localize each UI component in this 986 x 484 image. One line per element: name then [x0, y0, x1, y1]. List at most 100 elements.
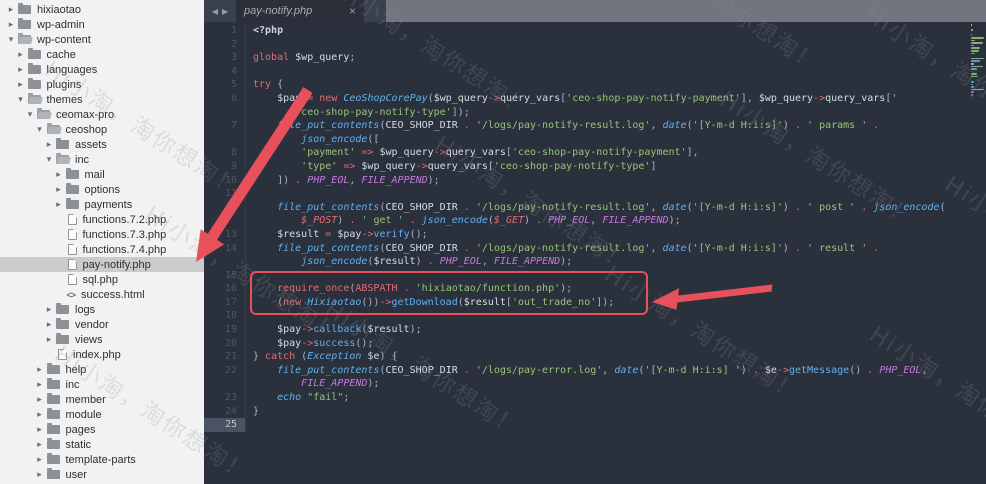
disclosure-arrow-icon[interactable]: ▾ [44, 154, 54, 165]
tree-item-label: sql.php [82, 274, 118, 286]
code-line [246, 418, 253, 432]
disclosure-arrow-icon[interactable]: ▸ [35, 454, 45, 465]
disclosure-arrow-icon[interactable]: ▸ [54, 169, 64, 180]
tree-item-inc[interactable]: ▾inc [0, 152, 204, 167]
tree-item-label: template-parts [65, 454, 136, 466]
line-number: 14 [204, 242, 246, 256]
code-line: $result = $pay->verify(); [246, 228, 428, 242]
tree-item-success-html[interactable]: <>success.html [0, 287, 204, 302]
code-row: 7 file_put_contents(CEO_SHOP_DIR . '/log… [204, 119, 986, 133]
line-number: 2 [204, 38, 246, 52]
tree-item-label: static [65, 439, 92, 451]
tree-item-languages[interactable]: ▸languages [0, 62, 204, 77]
code-line: ceo-shop-pay-notify-type']); [246, 106, 470, 120]
disclosure-arrow-icon[interactable]: ▸ [44, 319, 54, 330]
code-row: 14 file_put_contents(CEO_SHOP_DIR . '/lo… [204, 242, 986, 256]
disclosure-arrow-icon[interactable]: ▸ [16, 79, 26, 90]
minimap[interactable] [971, 24, 985, 102]
code-row: json_encode($result) . PHP_EOL, FILE_APP… [204, 255, 986, 269]
line-number: 16 [204, 282, 246, 296]
line-number: 20 [204, 337, 246, 351]
tree-item-views[interactable]: ▸ views [0, 332, 204, 347]
disclosure-arrow-icon[interactable]: ▸ [35, 439, 45, 450]
tree-item-help[interactable]: ▸help [0, 362, 204, 377]
disclosure-arrow-icon[interactable]: ▸ [35, 364, 45, 375]
tree-item-themes[interactable]: ▾themes [0, 92, 204, 107]
tree-item-wp-content[interactable]: ▾ wp-content [0, 32, 204, 47]
code-row: 5try { [204, 78, 986, 92]
disclosure-arrow-icon[interactable]: ▾ [25, 109, 35, 120]
file-icon [58, 349, 67, 360]
tree-item-index-php[interactable]: index.php [0, 347, 204, 362]
disclosure-arrow-icon[interactable]: ▾ [6, 34, 16, 45]
tree-item-options[interactable]: ▸options [0, 182, 204, 197]
tree-item-assets[interactable]: ▸assets [0, 137, 204, 152]
code-row: 3global $wp_query; [204, 51, 986, 65]
file-icon [68, 259, 77, 270]
tree-item-sql-php[interactable]: sql.php [0, 272, 204, 287]
disclosure-arrow-icon[interactable]: ▾ [16, 94, 26, 105]
disclosure-arrow-icon[interactable]: ▸ [54, 184, 64, 195]
folder-icon [47, 455, 60, 464]
forward-icon[interactable]: ▶ [222, 7, 228, 16]
tree-item-wp-admin[interactable]: ▸wp-admin [0, 17, 204, 32]
folder-icon [56, 140, 69, 149]
tab-nav: ◀ ▶ [204, 0, 236, 22]
disclosure-arrow-icon[interactable]: ▸ [16, 49, 26, 60]
tree-item-functions-7-4-php[interactable]: functions.7.4.php [0, 242, 204, 257]
line-number: 6 [204, 92, 246, 106]
tree-item-static[interactable]: ▸ static [0, 437, 204, 452]
disclosure-arrow-icon[interactable]: ▸ [35, 409, 45, 420]
tree-item-functions-7-3-php[interactable]: functions.7.3.php [0, 227, 204, 242]
tree-item-hixiaotao[interactable]: ▸hixiaotao [0, 2, 204, 17]
disclosure-arrow-icon[interactable]: ▾ [35, 124, 45, 135]
tree-item-label: wp-content [36, 34, 91, 46]
tree-item-pay-notify-php[interactable]: pay-notify.php [0, 257, 204, 272]
tree-item-module[interactable]: ▸module [0, 407, 204, 422]
tree-item-label: views [74, 334, 103, 346]
tree-item-pages[interactable]: ▸pages [0, 422, 204, 437]
disclosure-arrow-icon[interactable]: ▸ [44, 304, 54, 315]
tree-item-mail[interactable]: ▸ mail [0, 167, 204, 182]
code-line: file_put_contents(CEO_SHOP_DIR . '/logs/… [246, 242, 879, 256]
line-number: 24 [204, 405, 246, 419]
code-row: 24} [204, 405, 986, 419]
tree-item-vendor[interactable]: ▸vendor [0, 317, 204, 332]
tree-item-user[interactable]: ▸user [0, 467, 204, 482]
disclosure-arrow-icon[interactable]: ▸ [54, 199, 64, 210]
disclosure-arrow-icon[interactable]: ▸ [35, 424, 45, 435]
tree-item-inc[interactable]: ▸inc [0, 377, 204, 392]
tree-item-cache[interactable]: ▸cache [0, 47, 204, 62]
line-number: 13 [204, 228, 246, 242]
disclosure-arrow-icon[interactable]: ▸ [6, 19, 16, 30]
code-area[interactable]: 1<?php23global $wp_query;45try {6 $pay =… [204, 22, 986, 484]
code-row: 10 ]) . PHP_EOL, FILE_APPEND); [204, 174, 986, 188]
tree-item-ceomax-pro[interactable]: ▾ceomax-pro [0, 107, 204, 122]
disclosure-arrow-icon[interactable]: ▸ [6, 4, 16, 15]
tree-item-plugins[interactable]: ▸plugins [0, 77, 204, 92]
code-line: json_encode([ [246, 133, 379, 147]
disclosure-arrow-icon[interactable]: ▸ [35, 379, 45, 390]
file-tree: ▸hixiaotao▸wp-admin ▾ wp-content▸cache▸lan… [0, 0, 204, 482]
disclosure-arrow-icon[interactable]: ▸ [35, 469, 45, 480]
tree-item-label: functions.7.3.php [82, 229, 167, 241]
tree-item-template-parts[interactable]: ▸ template-parts [0, 452, 204, 467]
tree-item-payments[interactable]: ▸payments [0, 197, 204, 212]
disclosure-arrow-icon[interactable]: ▸ [16, 64, 26, 75]
back-icon[interactable]: ◀ [212, 7, 218, 16]
close-icon[interactable]: × [343, 4, 356, 18]
tree-item-functions-7-2-php[interactable]: functions.7.2.php [0, 212, 204, 227]
code-line: 'type' => $wp_query->query_vars['ceo-sho… [246, 160, 656, 174]
tab-pay-notify[interactable]: pay-notify.php × [236, 0, 364, 22]
tree-item-member[interactable]: ▸member [0, 392, 204, 407]
folder-icon [66, 185, 79, 194]
tree-item-ceoshop[interactable]: ▾ceoshop [0, 122, 204, 137]
code-row: 21} catch (Exception $e) { [204, 350, 986, 364]
disclosure-arrow-icon[interactable]: ▸ [44, 139, 54, 150]
tree-item-label: mail [84, 169, 105, 181]
disclosure-arrow-icon[interactable]: ▸ [44, 334, 54, 345]
tree-item-logs[interactable]: ▸logs [0, 302, 204, 317]
disclosure-arrow-icon[interactable]: ▸ [35, 394, 45, 405]
code-line [246, 309, 253, 323]
code-row: 20 $pay->success(); [204, 337, 986, 351]
